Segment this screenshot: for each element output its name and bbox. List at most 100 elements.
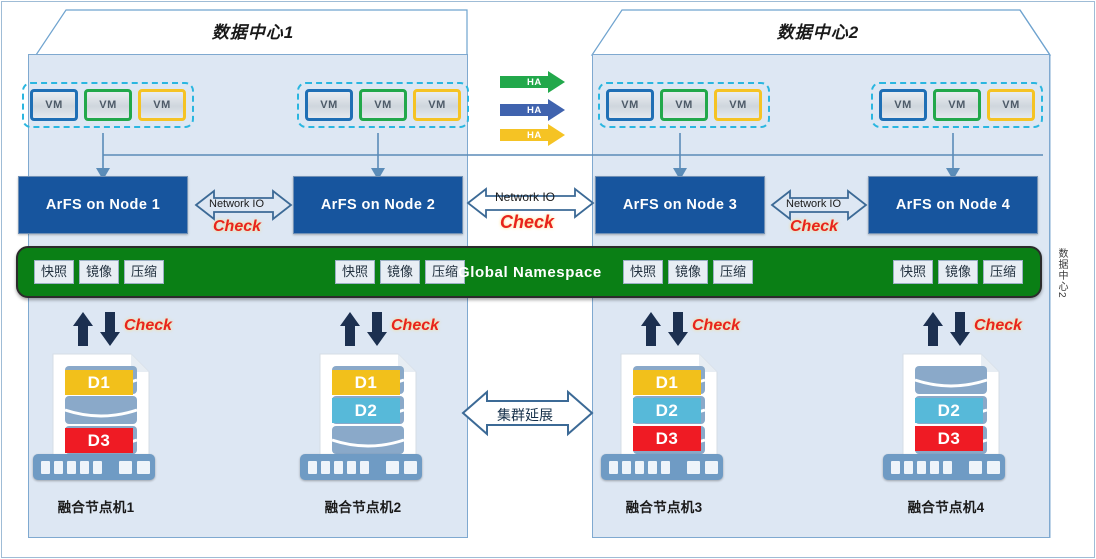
chassis-slot <box>137 461 150 474</box>
chassis-slot <box>360 461 369 474</box>
vm-tile[interactable]: VM <box>359 89 407 121</box>
network-io-label-2: Network IO <box>495 190 556 204</box>
vm-tile[interactable]: VM <box>413 89 461 121</box>
chassis-slot <box>687 461 700 474</box>
disk-label-d2: D2 <box>915 398 983 423</box>
chip-snapshot[interactable]: 快照 <box>34 260 75 284</box>
node-box-3[interactable]: ArFS on Node 3 <box>595 176 765 234</box>
chassis-slot <box>648 461 657 474</box>
server-chassis <box>33 454 155 480</box>
chip-snapshot[interactable]: 快照 <box>893 260 934 284</box>
vm-group-2[interactable]: VM VM VM <box>297 82 469 128</box>
check-label-server-2: Check <box>391 317 440 334</box>
chassis-slot <box>308 461 317 474</box>
vm-tile[interactable]: VM <box>138 89 186 121</box>
disk-label-d3: D3 <box>65 428 133 453</box>
chip-compress[interactable]: 压缩 <box>713 260 754 284</box>
global-namespace-bar: 快照 镜像 压缩 快照 镜像 压缩 Global Namespace 快照 镜像… <box>16 246 1042 298</box>
disk-label-d2: D2 <box>633 398 701 423</box>
namespace-chipset-1: 快照 镜像 压缩 <box>34 260 169 284</box>
chip-mirror[interactable]: 镜像 <box>938 260 979 284</box>
disk-label-d1: D1 <box>332 370 400 395</box>
chassis-slot <box>904 461 913 474</box>
ha-label-blue: HA <box>527 105 542 116</box>
chassis-slot <box>622 461 631 474</box>
chassis-slot <box>917 461 926 474</box>
server-chassis <box>300 454 422 480</box>
vm-tile[interactable]: VM <box>933 89 981 121</box>
server-1-name: 融合节点机1 <box>57 500 135 515</box>
disk-label-d3: D3 <box>915 426 983 451</box>
check-label-link-2: Check <box>500 212 555 232</box>
chip-mirror[interactable]: 镜像 <box>380 260 421 284</box>
dc2-title: 数据中心2 <box>776 23 860 42</box>
ha-label-green: HA <box>527 77 542 88</box>
chassis-slot <box>347 461 356 474</box>
vm-group-3[interactable]: VM VM VM <box>598 82 770 128</box>
check-label-server-4: Check <box>974 317 1023 334</box>
namespace-chipset-2: 快照 镜像 压缩 <box>335 260 470 284</box>
check-label-server-1: Check <box>124 317 173 334</box>
namespace-chipset-3: 快照 镜像 压缩 <box>623 260 758 284</box>
chassis-slot <box>943 461 952 474</box>
diagram-canvas: 数据中心1 数据中心2 数据中心2 VM VM VM VM VM VM VM V… <box>0 0 1096 559</box>
disk-label-d3: D3 <box>633 426 701 451</box>
chip-compress[interactable]: 压缩 <box>983 260 1024 284</box>
vm-tile[interactable]: VM <box>660 89 708 121</box>
chassis-slot <box>93 461 102 474</box>
chip-mirror[interactable]: 镜像 <box>79 260 120 284</box>
node-box-4[interactable]: ArFS on Node 4 <box>868 176 1038 234</box>
vm-tile[interactable]: VM <box>305 89 353 121</box>
server-chassis <box>883 454 1005 480</box>
disk-label-d1: D1 <box>633 370 701 395</box>
chassis-slot <box>661 461 670 474</box>
chassis-slot <box>41 461 50 474</box>
dc1-title: 数据中心1 <box>211 23 295 42</box>
vm-group-4[interactable]: VM VM VM <box>871 82 1043 128</box>
chassis-slot <box>119 461 132 474</box>
vm-group-1[interactable]: VM VM VM <box>22 82 194 128</box>
server-4-name: 融合节点机4 <box>907 500 985 515</box>
chassis-slot <box>635 461 644 474</box>
vm-tile[interactable]: VM <box>84 89 132 121</box>
chip-snapshot[interactable]: 快照 <box>335 260 376 284</box>
network-io-label-3: Network IO <box>786 198 842 210</box>
vm-tile[interactable]: VM <box>714 89 762 121</box>
server-2-name: 融合节点机2 <box>324 500 402 515</box>
vm-tile[interactable]: VM <box>606 89 654 121</box>
global-namespace-label: Global Namespace <box>458 263 602 281</box>
network-io-label-1: Network IO <box>209 198 265 210</box>
chip-mirror[interactable]: 镜像 <box>668 260 709 284</box>
node-box-1[interactable]: ArFS on Node 1 <box>18 176 188 234</box>
ha-label-yellow: HA <box>527 130 542 141</box>
server-chassis <box>601 454 723 480</box>
node-box-2[interactable]: ArFS on Node 2 <box>293 176 463 234</box>
check-label-link-1: Check <box>213 218 262 235</box>
disk-label-d1: D1 <box>65 370 133 395</box>
chassis-slot <box>404 461 417 474</box>
datacenter-2-side-label: 数据中心2 <box>1056 248 1067 299</box>
chassis-slot <box>969 461 982 474</box>
chassis-slot <box>321 461 330 474</box>
namespace-chipset-4: 快照 镜像 压缩 <box>893 260 1028 284</box>
vm-tile[interactable]: VM <box>987 89 1035 121</box>
server-3-name: 融合节点机3 <box>625 500 703 515</box>
chassis-slot <box>705 461 718 474</box>
cluster-extension-label: 集群延展 <box>497 407 553 423</box>
chassis-slot <box>334 461 343 474</box>
chassis-slot <box>930 461 939 474</box>
vm-tile[interactable]: VM <box>879 89 927 121</box>
chassis-slot <box>891 461 900 474</box>
vm-tile[interactable]: VM <box>30 89 78 121</box>
chassis-slot <box>54 461 63 474</box>
chassis-slot <box>609 461 618 474</box>
check-label-server-3: Check <box>692 317 741 334</box>
chip-snapshot[interactable]: 快照 <box>623 260 664 284</box>
chip-compress[interactable]: 压缩 <box>124 260 165 284</box>
disk-label-d2: D2 <box>332 398 400 423</box>
chassis-slot <box>386 461 399 474</box>
check-label-link-3: Check <box>790 218 839 235</box>
chassis-slot <box>987 461 1000 474</box>
chassis-slot <box>67 461 76 474</box>
chassis-slot <box>80 461 89 474</box>
